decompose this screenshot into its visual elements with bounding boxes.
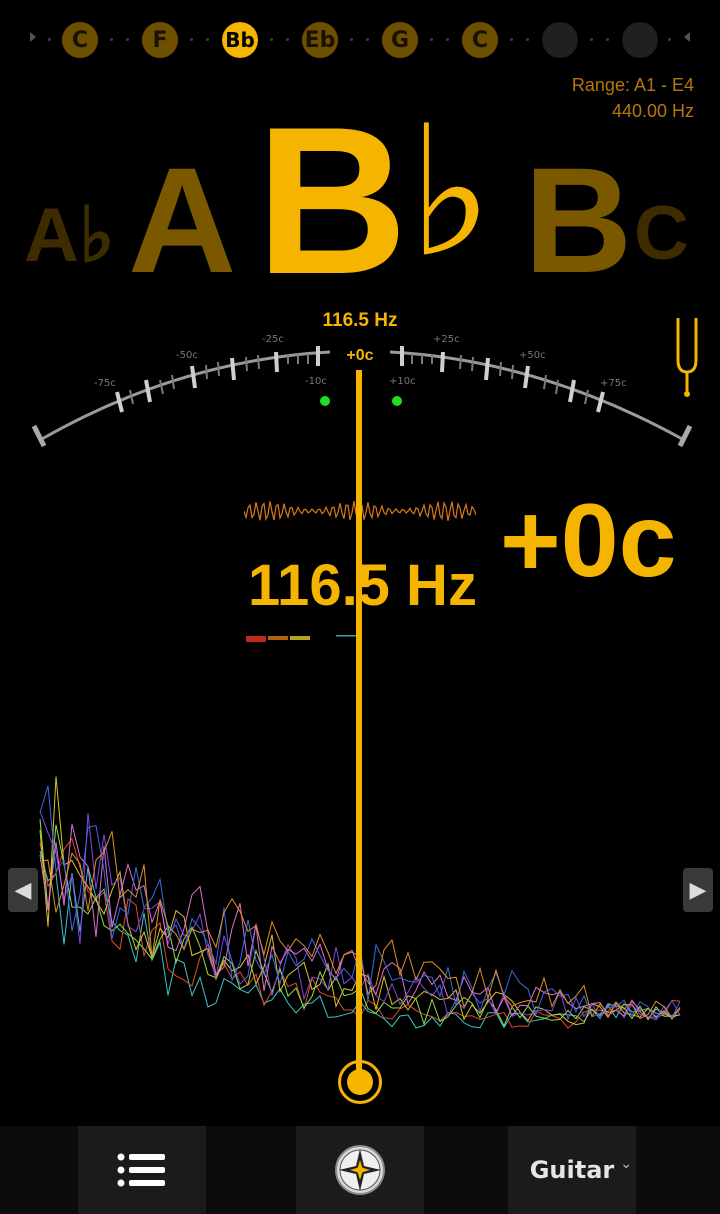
previous-button[interactable]: ◀ [8, 868, 38, 912]
needle-knob[interactable] [338, 1060, 382, 1104]
note-right: B [524, 136, 633, 304]
frequency-readout: 116.5 Hz [248, 553, 477, 618]
tick-label-minus25: -25c [262, 334, 284, 345]
in-tune-right-indicator [392, 396, 402, 406]
signal-level-meter [246, 635, 356, 642]
tuning-needle [356, 370, 362, 1070]
instrument-label: Guitar [529, 1156, 615, 1184]
bottom-toolbar: Guitar ⌄ [0, 1126, 720, 1214]
menu-button[interactable] [78, 1126, 206, 1214]
tick-label-minus75: -75c [94, 378, 116, 389]
gauge-pitch-label: 116.5 Hz [323, 310, 398, 331]
gauge-cents-label: +0c [346, 347, 373, 364]
tuning-fork-icon[interactable] [670, 314, 704, 398]
key-note-1[interactable]: F [142, 22, 178, 58]
scroll-left-icon[interactable] [30, 32, 36, 42]
tick-label-minus10: -10c [305, 376, 327, 387]
key-note-2[interactable]: Bb [222, 22, 258, 58]
tick-label-plus10: +10c [389, 376, 416, 387]
instrument-selector[interactable]: Guitar ⌄ [508, 1126, 636, 1214]
cents-readout: +0c [500, 483, 677, 599]
key-selector-bar: C F Bb Eb G C [0, 0, 720, 80]
next-button[interactable]: ▶ [683, 868, 713, 912]
tick-label-minus50: -50c [176, 350, 198, 361]
key-note-4[interactable]: G [382, 22, 418, 58]
in-tune-left-indicator [320, 396, 330, 406]
scroll-right-icon[interactable] [684, 32, 690, 42]
tick-label-plus25: +25c [433, 334, 460, 345]
list-icon [117, 1153, 165, 1187]
note-far-right: C [634, 191, 689, 276]
note-row: A♭ A B ♭ B C [0, 83, 720, 318]
key-note-0[interactable]: C [62, 22, 98, 58]
note-far-left: A♭ [24, 193, 115, 278]
key-note-7[interactable] [622, 22, 658, 58]
chevron-down-icon: ⌄ [620, 1156, 632, 1172]
tick-label-plus75: +75c [600, 378, 627, 389]
key-note-3[interactable]: Eb [302, 22, 338, 58]
note-center-accidental: ♭ [408, 92, 493, 293]
note-left: A [128, 136, 237, 304]
compass-button[interactable] [296, 1126, 424, 1214]
note-center: B [256, 83, 408, 318]
tick-label-plus50: +50c [519, 350, 546, 361]
key-note-6[interactable] [542, 22, 578, 58]
key-note-5[interactable]: C [462, 22, 498, 58]
compass-icon [335, 1145, 385, 1195]
